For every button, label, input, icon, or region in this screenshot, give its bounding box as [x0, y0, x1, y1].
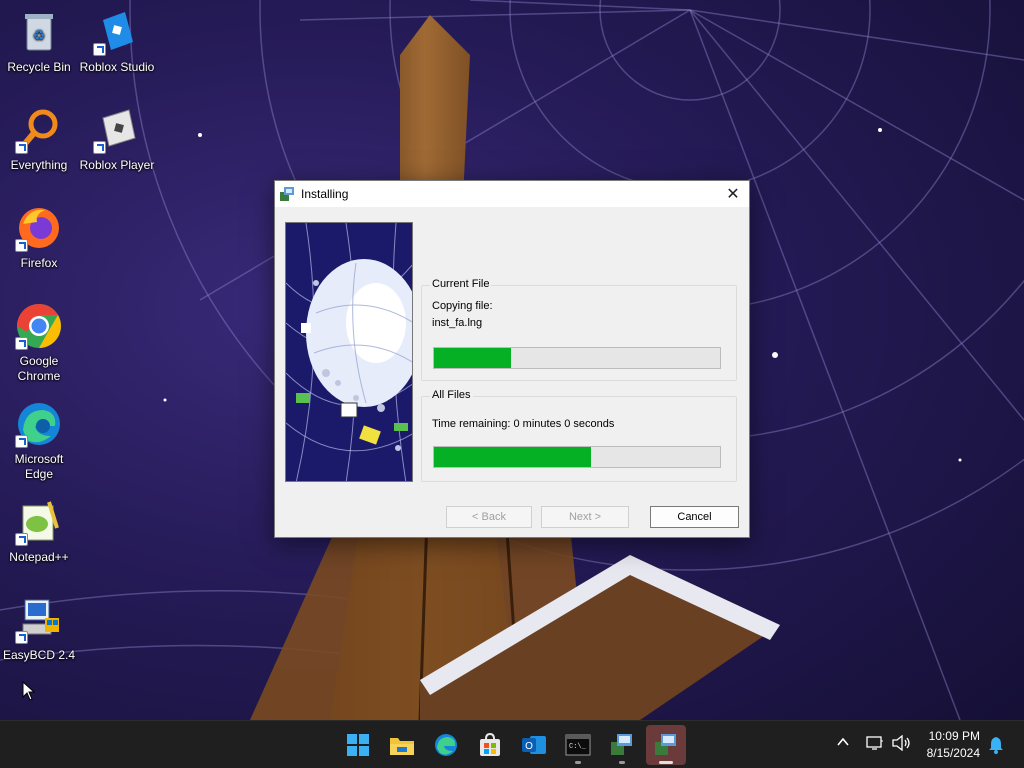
taskbar: O C:\_ 10:09 PM 8/15/2024 [0, 720, 1024, 768]
shortcut-arrow-icon [15, 239, 28, 252]
desktop-icon-label: Google Chrome [17, 354, 61, 383]
clock-time[interactable]: 10:09 PM [920, 729, 980, 743]
desktop-icon-label: Notepad++ [9, 550, 69, 564]
notification-bell-icon[interactable] [988, 736, 1004, 759]
active-indicator [659, 761, 673, 764]
start-button[interactable] [338, 725, 378, 765]
desktop-icon-label: Microsoft Edge [14, 452, 64, 481]
next-button[interactable]: Next > [541, 506, 629, 528]
copying-status-text: Copying file: [432, 300, 493, 312]
desktop-icon-google-chrome[interactable]: Google Chrome [0, 302, 78, 384]
shortcut-arrow-icon [93, 141, 106, 154]
notepad-plus-plus-icon [15, 498, 63, 546]
taskbar-terminal[interactable]: C:\_ [558, 725, 598, 765]
store-icon [480, 733, 500, 756]
everything-search-icon [15, 106, 63, 154]
file-explorer-icon [390, 738, 414, 755]
volume-icon[interactable] [892, 734, 912, 756]
desktop-icon-label: Firefox [20, 256, 58, 270]
shortcut-arrow-icon [15, 533, 28, 546]
installer-active-icon [655, 734, 676, 755]
desktop-icon-notepad-plus-plus[interactable]: Notepad++ [0, 498, 78, 565]
taskbar-file-explorer[interactable] [382, 725, 422, 765]
desktop-icon-firefox[interactable]: Firefox [0, 204, 78, 271]
all-files-label: All Files [430, 389, 473, 401]
current-file-name: inst_fa.lng [432, 317, 483, 329]
desktop-icon-label: Recycle Bin [7, 60, 71, 74]
shortcut-arrow-icon [15, 141, 28, 154]
desktop-icon-recycle-bin[interactable]: ♻ Recycle Bin [0, 8, 78, 75]
terminal-icon: C:\_ [565, 734, 591, 756]
installer-side-image [285, 222, 413, 482]
desktop-icon-everything[interactable]: Everything [0, 106, 78, 173]
running-indicator [575, 761, 581, 764]
dialog-titlebar[interactable]: Installing ✕ [275, 181, 749, 207]
current-file-label: Current File [430, 278, 492, 290]
taskbar-installer[interactable] [602, 725, 642, 765]
network-icon[interactable] [866, 735, 884, 756]
easybcd-icon [15, 596, 63, 644]
edge-icon [435, 734, 457, 756]
installing-dialog: Installing ✕ Current File Copying file: … [274, 180, 750, 538]
taskbar-installer-active[interactable] [646, 725, 686, 765]
desktop-icon-label: Everything [10, 158, 68, 172]
shortcut-arrow-icon [93, 43, 106, 56]
taskbar-store[interactable] [470, 725, 510, 765]
current-file-progress-bar [433, 347, 721, 369]
edge-icon [15, 400, 63, 448]
shortcut-arrow-icon [15, 337, 28, 350]
roblox-player-icon [93, 106, 141, 154]
firefox-icon [15, 204, 63, 252]
chrome-icon [15, 302, 63, 350]
all-files-group: All Files Time remaining: 0 minutes 0 se… [421, 389, 737, 482]
cancel-button[interactable]: Cancel [650, 506, 739, 528]
shortcut-arrow-icon [15, 435, 28, 448]
back-button[interactable]: < Back [446, 506, 532, 528]
clock-date[interactable]: 8/15/2024 [914, 746, 980, 760]
desktop-icon-microsoft-edge[interactable]: Microsoft Edge [0, 400, 78, 482]
svg-text:O: O [525, 741, 533, 752]
time-remaining-text: Time remaining: 0 minutes 0 seconds [432, 418, 615, 430]
running-indicator [619, 761, 625, 764]
dialog-title: Installing [301, 187, 349, 201]
start-icon [347, 734, 369, 756]
close-icon[interactable]: ✕ [717, 181, 749, 207]
all-files-progress-bar [433, 446, 721, 468]
installer-icon [611, 734, 632, 755]
desktop-icon-roblox-player[interactable]: Roblox Player [78, 106, 156, 173]
desktop-icon-label: Roblox Player [79, 158, 155, 172]
desktop-icon-easybcd[interactable]: EasyBCD 2.4 [0, 596, 78, 663]
mouse-cursor-icon [22, 681, 36, 701]
all-files-progress-fill [434, 447, 592, 467]
chevron-up-icon[interactable] [836, 735, 850, 752]
svg-text:C:\_: C:\_ [569, 743, 587, 751]
installer-icon [279, 186, 295, 202]
current-file-progress-fill [434, 348, 512, 368]
current-file-group: Current File Copying file: inst_fa.lng [421, 278, 737, 381]
desktop-icon-label: Roblox Studio [79, 60, 155, 74]
taskbar-outlook[interactable]: O [514, 725, 554, 765]
roblox-studio-icon [93, 8, 141, 56]
taskbar-edge[interactable] [426, 725, 466, 765]
outlook-icon: O [522, 736, 546, 754]
desktop-icon-label: EasyBCD 2.4 [2, 648, 76, 662]
svg-text:♻: ♻ [33, 27, 46, 43]
desktop-icon-roblox-studio[interactable]: Roblox Studio [78, 8, 156, 75]
shortcut-arrow-icon [15, 631, 28, 644]
recycle-bin-icon: ♻ [15, 8, 63, 56]
